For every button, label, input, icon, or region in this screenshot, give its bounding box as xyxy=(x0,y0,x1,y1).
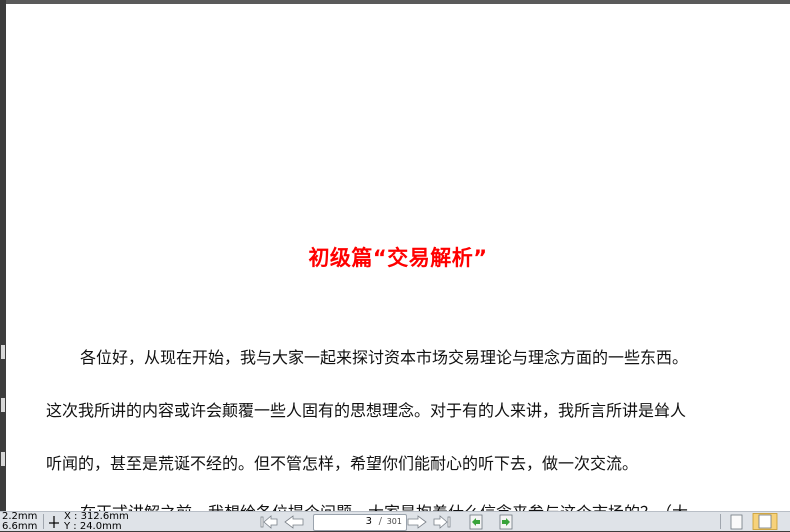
paragraph-line: 在正式讲解之前，我想给各位提个问题，大家是抱着什么信念来参与这个市场的？（大 xyxy=(80,499,790,511)
document-title: 初级篇“交易解析” xyxy=(308,246,488,270)
document-page: 初级篇“交易解析” 各位好，从现在开始，我与大家一起来探讨资本市场交易理论与理念… xyxy=(6,4,790,511)
back-view-icon[interactable] xyxy=(467,513,485,530)
continuous-view-icon[interactable] xyxy=(752,513,778,530)
paragraph-line: 听闻的，甚至是荒诞不经的。但不管怎样，希望你们能耐心的听下去，做一次交流。 xyxy=(46,454,639,473)
divider xyxy=(43,514,44,529)
single-page-view-icon[interactable] xyxy=(727,513,745,530)
document-viewport[interactable]: 初级篇“交易解析” 各位好，从现在开始，我与大家一起来探讨资本市场交易理论与理念… xyxy=(0,0,790,511)
cursor-coordinates: X : 312.6mm Y : 24.0mm xyxy=(64,512,129,532)
paragraph-line: 各位好，从现在开始，我与大家一起来探讨资本市场交易理论与理念方面的一些东西。 xyxy=(80,348,689,367)
paragraph-line: 这次我所讲的内容或许会颠覆一些人固有的思想理念。对于有的人来讲，我所言所讲是耸人 xyxy=(46,401,687,420)
selection-height: 6.6mm xyxy=(2,521,38,532)
status-bar: 2.2mm 6.6mm X : 312.6mm Y : 24.0mm 3 / 3… xyxy=(0,511,790,532)
total-pages: 301 xyxy=(386,517,402,526)
cursor-y: Y : 24.0mm xyxy=(64,521,122,532)
next-arrow-icon xyxy=(407,515,427,529)
current-page: 3 xyxy=(365,516,372,527)
prev-arrow-icon xyxy=(284,515,304,529)
prev-page-button[interactable] xyxy=(283,514,305,530)
crosshair-icon xyxy=(49,516,59,528)
first-page-button[interactable] xyxy=(258,514,280,530)
last-page-icon xyxy=(433,515,451,529)
selection-size: 2.2mm 6.6mm xyxy=(2,512,37,532)
page-number-input[interactable]: 3 / 301 xyxy=(313,514,407,531)
last-page-button[interactable] xyxy=(432,514,454,530)
next-page-button[interactable] xyxy=(406,514,428,530)
forward-view-icon[interactable] xyxy=(497,513,515,530)
page-separator: / xyxy=(378,516,382,527)
divider xyxy=(720,514,721,529)
first-page-icon xyxy=(260,515,278,529)
